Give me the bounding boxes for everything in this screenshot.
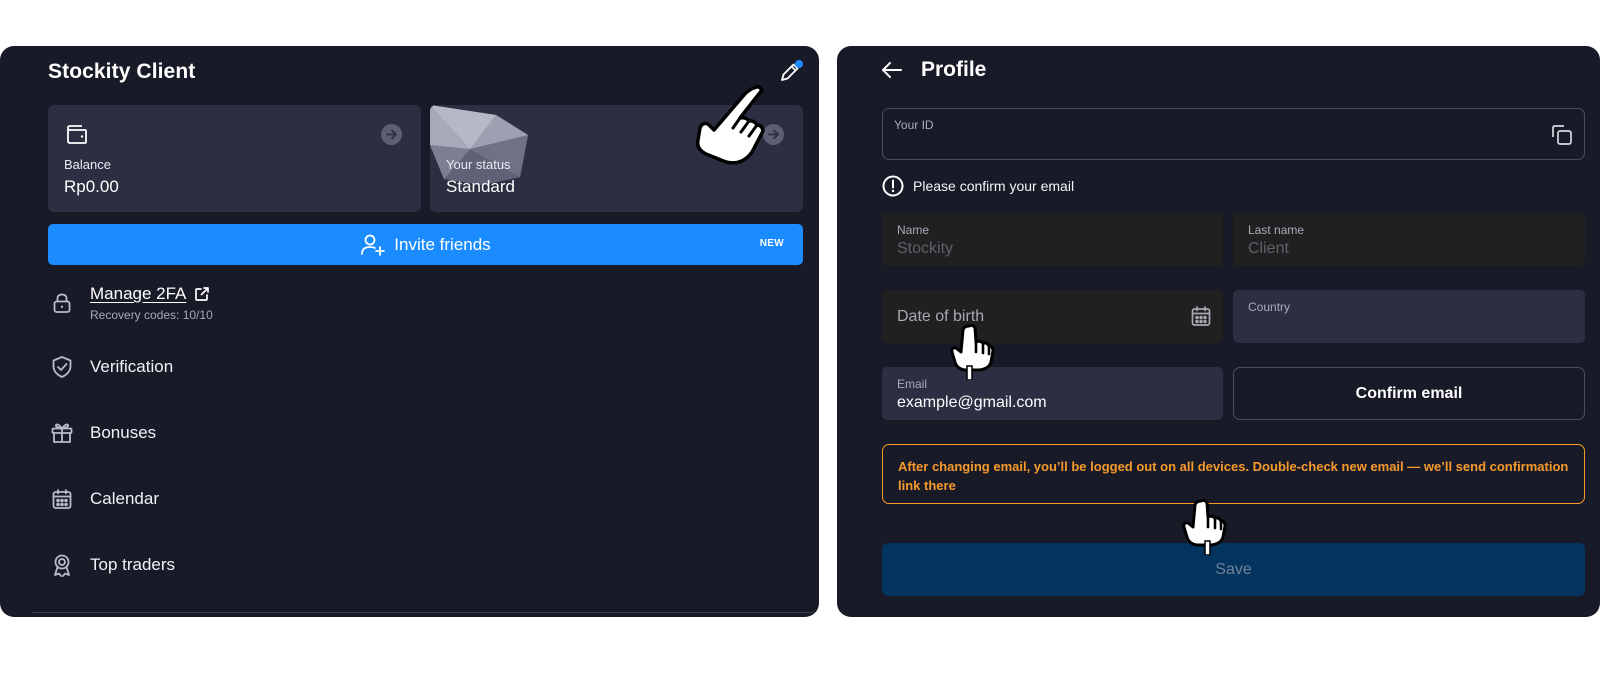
bonuses-label: Bonuses xyxy=(90,423,157,442)
save-button[interactable]: Save xyxy=(882,543,1585,596)
invite-friends-button[interactable]: Invite friends NEW xyxy=(48,224,803,265)
external-link-icon xyxy=(195,287,210,301)
your-id-label: Your ID xyxy=(894,118,934,132)
top-traders-label: Top traders xyxy=(90,555,176,574)
gift-icon xyxy=(50,421,74,445)
email-value: example@gmail.com xyxy=(897,394,1047,411)
calendar-label: Calendar xyxy=(90,489,159,508)
email-change-warning: After changing email, you’ll be logged o… xyxy=(882,444,1585,504)
email-label: Email xyxy=(897,377,928,391)
recovery-codes-text: Recovery codes: 10/10 xyxy=(90,308,213,322)
verification-label: Verification xyxy=(90,357,174,376)
last-name-placeholder: Client xyxy=(1248,240,1289,257)
last-name-label: Last name xyxy=(1248,223,1305,237)
menu-item-bonuses[interactable]: Bonuses xyxy=(48,410,788,456)
notification-dot xyxy=(795,60,803,68)
alert-circle-icon xyxy=(882,175,904,197)
last-name-field[interactable]: Last name Client xyxy=(1233,213,1585,266)
pointing-hand-icon xyxy=(695,85,765,165)
balance-label: Balance xyxy=(64,157,111,172)
country-field[interactable]: Country xyxy=(1233,290,1585,343)
status-label: Your status xyxy=(446,157,511,172)
client-menu-panel: Stockity Client Balance Rp0.00 Your stat… xyxy=(0,46,819,617)
invite-friends-label: Invite friends xyxy=(394,234,491,254)
page-title: Profile xyxy=(921,58,987,81)
app-title: Stockity Client xyxy=(48,60,196,83)
back-button[interactable] xyxy=(879,57,905,83)
menu-item-top-traders[interactable]: Top traders xyxy=(48,542,788,588)
confirm-email-notice-text: Please confirm your email xyxy=(913,178,1075,194)
manage-2fa-label: Manage 2FA xyxy=(90,284,187,303)
shield-check-icon xyxy=(50,355,74,379)
name-label: Name xyxy=(897,223,930,237)
menu-item-calendar[interactable]: Calendar xyxy=(48,476,788,522)
lock-icon xyxy=(50,291,74,315)
confirm-email-button[interactable]: Confirm email xyxy=(1233,367,1585,420)
pointing-hand-icon xyxy=(1182,498,1227,555)
date-of-birth-field[interactable]: Date of birth xyxy=(882,290,1223,343)
copy-icon[interactable] xyxy=(1550,123,1574,147)
name-placeholder: Stockity xyxy=(897,240,954,257)
confirm-email-notice: Please confirm your email xyxy=(882,175,1074,197)
name-field[interactable]: Name Stockity xyxy=(882,213,1223,266)
pointing-hand-icon xyxy=(950,323,995,380)
menu-item-manage-2fa[interactable]: Manage 2FA Recovery codes: 10/10 xyxy=(48,280,788,326)
balance-card[interactable]: Balance Rp0.00 xyxy=(48,105,421,212)
divider xyxy=(32,612,819,613)
menu-item-verification[interactable]: Verification xyxy=(48,344,788,390)
award-icon xyxy=(50,553,74,577)
balance-value: Rp0.00 xyxy=(64,177,119,196)
calendar-icon[interactable] xyxy=(1190,305,1212,327)
status-value: Standard xyxy=(446,177,515,196)
calendar-icon xyxy=(50,487,74,511)
edit-profile-button[interactable] xyxy=(776,58,804,86)
your-id-field[interactable]: Your ID xyxy=(882,108,1585,160)
country-label: Country xyxy=(1248,300,1291,314)
arrow-left-icon xyxy=(882,62,902,78)
profile-panel: Profile Your ID Please confirm your emai… xyxy=(837,46,1600,617)
email-field[interactable]: Email example@gmail.com xyxy=(882,367,1223,420)
new-badge: NEW xyxy=(759,238,784,249)
user-plus-icon xyxy=(361,234,386,256)
balance-arrow-icon xyxy=(381,124,402,145)
wallet-icon xyxy=(67,125,87,144)
